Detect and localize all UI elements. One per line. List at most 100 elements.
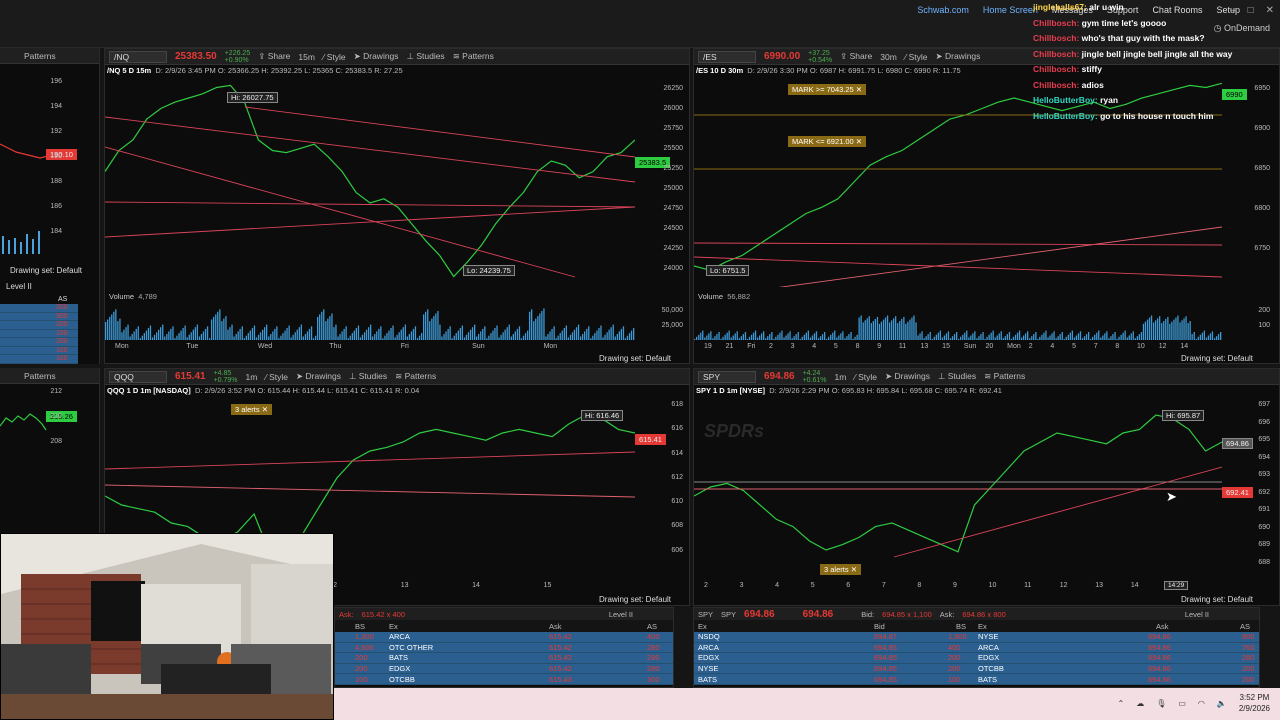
level2-row[interactable]: 200 BATS 615.42 280 bbox=[335, 653, 673, 664]
qqq-toolbar: QQQ 615.41 +4.85 +0.79% 1m ⁄ Style ➤ Draw… bbox=[105, 369, 689, 385]
patterns-button[interactable]: Patterns bbox=[24, 371, 56, 381]
level2-row[interactable]: 100 bbox=[0, 329, 78, 338]
volume-bar bbox=[720, 338, 722, 340]
symbol-input[interactable]: QQQ bbox=[109, 370, 167, 383]
level2-row[interactable]: 4,600 OTC OTHER 615.42 280 bbox=[335, 642, 673, 654]
microphone-icon[interactable]: 🎙 bbox=[1156, 699, 1166, 708]
monitor-icon[interactable]: ▭ bbox=[1178, 699, 1186, 708]
volume-bar bbox=[1130, 333, 1132, 340]
volume-bar bbox=[325, 321, 327, 340]
alerts-badge[interactable]: 3 alerts ✕ bbox=[820, 564, 861, 575]
level2-row[interactable]: BATS 694.85 100 BATS 694.86 200 bbox=[694, 674, 1259, 685]
volume-bar bbox=[1073, 337, 1076, 340]
volume-bar bbox=[901, 319, 903, 340]
drawing-set-label[interactable]: Drawing set: Default bbox=[1181, 354, 1253, 363]
level2-row[interactable]: 200 bbox=[0, 338, 78, 347]
studies-button[interactable]: ⊥ Studies bbox=[938, 371, 976, 382]
level2-row[interactable]: EDGX 694.85 200 EDGX 694.86 280 bbox=[694, 653, 1259, 664]
level2-row[interactable]: 200 EDGX 615.42 280 bbox=[335, 663, 673, 675]
level2-row[interactable]: 100 OTCBB 615.43 300 bbox=[335, 674, 673, 685]
style-button[interactable]: ⁄ Style bbox=[905, 52, 928, 62]
volume-bar bbox=[1053, 331, 1055, 340]
volume-bar bbox=[353, 330, 355, 340]
volume-bar bbox=[870, 323, 872, 340]
level2-row[interactable]: 300 bbox=[0, 312, 78, 321]
level2-row[interactable]: 100 bbox=[0, 355, 78, 364]
cloud-icon[interactable]: ☁ bbox=[1136, 699, 1144, 708]
style-button[interactable]: ⁄ Style bbox=[854, 372, 877, 382]
volume-bar bbox=[1175, 317, 1177, 340]
style-button[interactable]: ⁄ Style bbox=[265, 372, 288, 382]
volume-bar bbox=[425, 311, 427, 340]
volume-bar bbox=[956, 332, 958, 340]
x-tick-label: Fri bbox=[747, 343, 756, 350]
level2-cell: EDGX bbox=[698, 653, 720, 663]
drawings-button[interactable]: ➤ Drawings bbox=[354, 51, 399, 62]
volume-bar bbox=[868, 316, 870, 340]
volume-bar bbox=[819, 336, 822, 340]
drawing-set-label[interactable]: Drawing set: Default bbox=[599, 354, 671, 363]
drawings-button[interactable]: ➤ Drawings bbox=[296, 371, 341, 382]
patterns-button[interactable]: ≋ Patterns bbox=[395, 371, 436, 382]
volume-bar bbox=[437, 311, 439, 340]
volume-bar bbox=[1203, 330, 1205, 340]
drawings-button[interactable]: ➤ Drawings bbox=[885, 371, 930, 382]
symbol-input[interactable]: /ES bbox=[698, 50, 756, 63]
share-button[interactable]: ⇪ Share bbox=[840, 51, 872, 62]
style-button[interactable]: ⁄ Style bbox=[323, 52, 346, 62]
wifi-icon[interactable]: ◠ bbox=[1198, 699, 1205, 708]
volume-bar bbox=[327, 318, 329, 340]
volume-bar bbox=[404, 324, 406, 340]
interval-button[interactable]: 30m bbox=[880, 52, 897, 62]
volume-bar bbox=[494, 328, 496, 340]
drawings-button[interactable]: ➤ Drawings bbox=[936, 51, 981, 62]
patterns-button[interactable]: ≋ Patterns bbox=[453, 51, 494, 62]
volume-bar bbox=[923, 338, 925, 340]
level2-row[interactable]: ARCA 694.85 400 ARCA 694.86 760 bbox=[694, 642, 1259, 654]
level2-row[interactable]: 200 bbox=[0, 304, 78, 313]
symbol-input[interactable]: SPY bbox=[721, 610, 736, 619]
x-tick-label: 15 bbox=[942, 343, 950, 350]
alerts-badge[interactable]: 3 alerts ✕ bbox=[231, 404, 272, 415]
volume-bar bbox=[1041, 334, 1043, 340]
drawing-set-label[interactable]: Drawing set: Default bbox=[1181, 595, 1253, 604]
volume-bar bbox=[915, 322, 917, 340]
studies-button[interactable]: ⊥ Studies bbox=[349, 371, 387, 382]
level2-row[interactable]: NSDQ 694.87 1,900 NYSE 694.86 800 bbox=[694, 632, 1259, 643]
drawing-set-label[interactable]: Drawing set: Default bbox=[599, 595, 671, 604]
volume-bar bbox=[1197, 336, 1199, 340]
volume-bar bbox=[933, 336, 935, 340]
drawing-set-label[interactable]: Drawing set: Default bbox=[10, 266, 82, 275]
interval-button[interactable]: 1m bbox=[246, 372, 258, 382]
studies-button[interactable]: ⊥ Studies bbox=[407, 51, 445, 62]
level2-label: Level II bbox=[6, 282, 32, 291]
volume-bar bbox=[355, 328, 357, 340]
interval-button[interactable]: 15m bbox=[298, 52, 315, 62]
x-tick-label: Mon bbox=[115, 343, 129, 350]
level2-row[interactable]: 100 bbox=[0, 346, 78, 355]
share-button[interactable]: ⇪ Share bbox=[258, 51, 290, 62]
level2-row[interactable]: 1,300 ARCA 615.42 400 bbox=[335, 632, 673, 643]
patterns-button[interactable]: Patterns bbox=[24, 51, 56, 61]
home-screen-link[interactable]: Home Screen bbox=[983, 5, 1038, 15]
volume-bar bbox=[594, 333, 596, 340]
level2-cell: 200 bbox=[56, 304, 68, 312]
volume-bar bbox=[433, 316, 435, 340]
volume-bar bbox=[533, 321, 535, 340]
mark-alert-lower[interactable]: MARK <= 6921.00 ✕ bbox=[788, 136, 867, 147]
volume-bar bbox=[416, 338, 419, 340]
volume-icon[interactable]: 🔈 bbox=[1217, 699, 1227, 708]
level2-row[interactable]: 200 bbox=[0, 321, 78, 330]
mark-alert-upper[interactable]: MARK >= 7043.25 ✕ bbox=[788, 84, 867, 95]
interval-button[interactable]: 1m bbox=[835, 372, 847, 382]
patterns-button[interactable]: ≋ Patterns bbox=[984, 371, 1025, 382]
symbol-input[interactable]: /NQ bbox=[109, 50, 167, 63]
taskbar-clock[interactable]: 3:52 PM 2/9/2026 bbox=[1239, 692, 1270, 714]
volume-bar bbox=[176, 335, 178, 340]
chevron-up-icon[interactable]: ⌃ bbox=[1117, 699, 1124, 708]
volume-bar bbox=[478, 334, 480, 340]
level2-row[interactable]: NYSE 694.85 200 OTCBB 694.86 200 bbox=[694, 663, 1259, 675]
schwab-link[interactable]: Schwab.com bbox=[917, 5, 969, 15]
chat-text: go to his house n touch him bbox=[1100, 110, 1214, 121]
symbol-input[interactable]: SPY bbox=[698, 370, 756, 383]
